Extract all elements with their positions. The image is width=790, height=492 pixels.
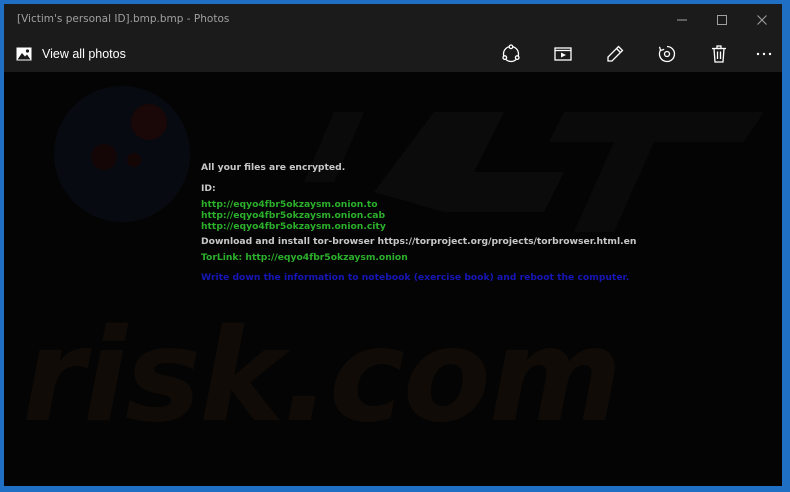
view-all-photos-button[interactable]: View all photos [16, 36, 126, 72]
rotate-button[interactable] [655, 42, 679, 66]
share-button[interactable] [499, 42, 523, 66]
more-button[interactable] [752, 42, 776, 66]
note-instruction: Write down the information to notebook (… [201, 272, 630, 283]
delete-icon [712, 45, 726, 63]
rotate-icon [658, 45, 676, 63]
share-icon [502, 44, 520, 63]
note-download-line: Download and install tor-browser https:/… [201, 236, 637, 247]
note-link-3: http://eqyo4fbr5okzaysm.onion.city [201, 221, 386, 232]
edit-button[interactable] [603, 42, 627, 66]
maximize-icon [717, 15, 727, 25]
photo-icon [16, 47, 32, 61]
close-icon [757, 15, 767, 25]
delete-button[interactable] [707, 42, 731, 66]
slideshow-button[interactable] [551, 42, 575, 66]
minimize-button[interactable] [662, 4, 702, 36]
window-controls [662, 4, 782, 36]
slideshow-icon [554, 47, 572, 61]
view-all-photos-label: View all photos [42, 47, 126, 61]
toolbar: View all photos [4, 36, 782, 73]
maximize-button[interactable] [702, 4, 742, 36]
note-torlink: TorLink: http://eqyo4fbr5okzaysm.onion [201, 252, 408, 263]
note-encrypted-line: All your files are encrypted. [201, 162, 346, 173]
photos-window: [Victim's personal ID].bmp.bmp - Photos … [4, 4, 782, 486]
minimize-icon [677, 19, 687, 21]
image-viewer[interactable]: risk.com All your files are encrypted. I… [4, 72, 782, 486]
note-link-1: http://eqyo4fbr5okzaysm.onion.to [201, 199, 378, 210]
note-id-label: ID: [201, 183, 216, 194]
watermark-text: risk.com [22, 302, 622, 451]
edit-icon [607, 45, 624, 62]
close-button[interactable] [742, 4, 782, 36]
title-bar[interactable]: [Victim's personal ID].bmp.bmp - Photos [4, 4, 782, 36]
note-link-2: http://eqyo4fbr5okzaysm.onion.cab [201, 210, 386, 221]
window-title: [Victim's personal ID].bmp.bmp - Photos [17, 13, 230, 25]
more-icon [756, 52, 772, 56]
